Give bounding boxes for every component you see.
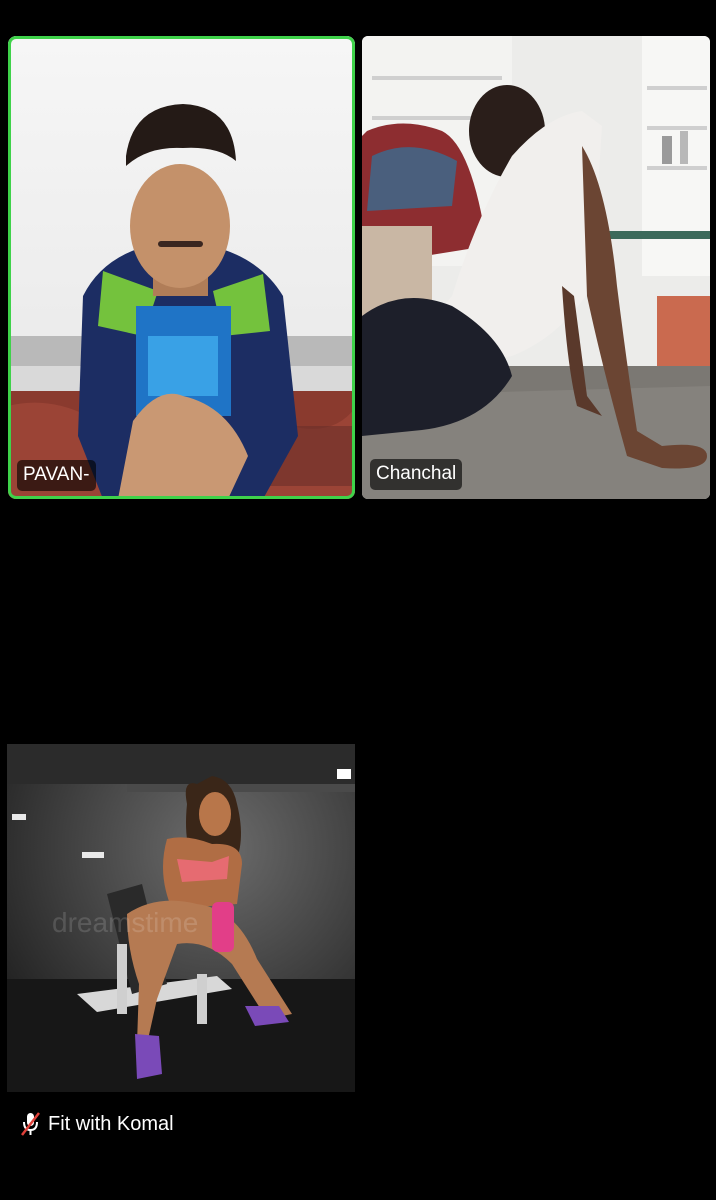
participant-caption-komal: Fit with Komal: [18, 1110, 174, 1138]
participant-name-label: Fit with Komal: [48, 1113, 174, 1135]
microphone-off-icon: [21, 1112, 40, 1136]
participant-video-chanchal: [362, 36, 710, 499]
video-tile-chanchal[interactable]: Chanchal: [362, 36, 710, 499]
participant-video-komal: dreamstime: [7, 744, 355, 1092]
video-tile-pavan[interactable]: PAVAN-: [8, 36, 355, 499]
watermark: dreamstime: [52, 907, 198, 938]
participant-name-label: PAVAN-: [17, 460, 96, 491]
participant-video-pavan: [8, 36, 355, 499]
participant-name-label: Chanchal: [370, 459, 463, 490]
video-tile-komal[interactable]: dreamstime: [7, 744, 355, 1092]
